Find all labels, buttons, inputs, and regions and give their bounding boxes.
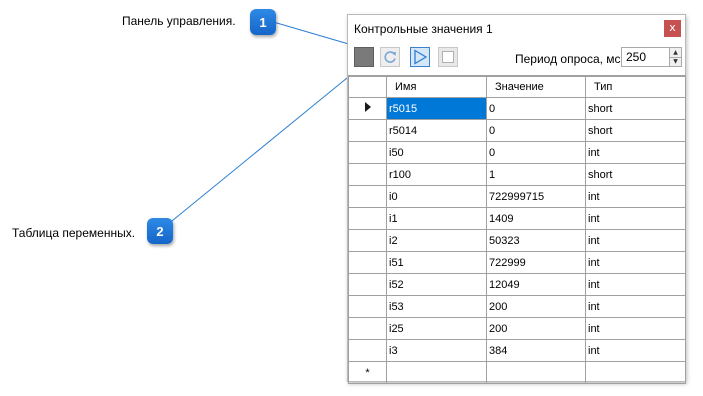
close-button[interactable]: x — [664, 20, 681, 37]
value-cell[interactable]: 0 — [486, 119, 586, 142]
spin-down-icon[interactable]: ▼ — [670, 57, 681, 66]
type-cell[interactable]: short — [585, 97, 686, 120]
name-cell[interactable]: r5015 — [386, 97, 487, 120]
period-input[interactable]: 250 — [621, 47, 670, 67]
table-row[interactable]: i53 200 int — [348, 295, 686, 318]
callout-badge-1: 1 — [250, 9, 276, 35]
current-row-arrow-icon — [364, 102, 371, 112]
table-row[interactable]: r5014 0 short — [348, 119, 686, 142]
value-cell[interactable]: 722999715 — [486, 185, 586, 208]
new-row-value-cell[interactable] — [486, 361, 586, 384]
value-cell[interactable]: 384 — [486, 339, 586, 362]
type-cell[interactable]: int — [585, 317, 686, 340]
row-header[interactable] — [348, 295, 387, 318]
control-panel-toolbar: Период опроса, мс 250 ▲ ▼ — [348, 45, 685, 73]
name-cell[interactable]: i50 — [386, 141, 487, 164]
type-cell[interactable]: int — [585, 229, 686, 252]
table-row[interactable]: i51 722999 int — [348, 251, 686, 274]
square-button[interactable] — [438, 47, 458, 67]
table-row[interactable]: i2 50323 int — [348, 229, 686, 252]
row-header[interactable] — [348, 273, 387, 296]
table-row[interactable]: i25 200 int — [348, 317, 686, 340]
window-title: Контрольные значения 1 — [354, 22, 493, 36]
table-row[interactable]: i52 12049 int — [348, 273, 686, 296]
type-cell[interactable]: int — [585, 295, 686, 318]
table-row[interactable]: i1 1409 int — [348, 207, 686, 230]
row-header[interactable] — [348, 229, 387, 252]
value-cell[interactable]: 722999 — [486, 251, 586, 274]
empty-square-icon — [442, 51, 454, 63]
row-header[interactable] — [348, 119, 387, 142]
value-cell[interactable]: 0 — [486, 97, 586, 120]
type-cell[interactable]: short — [585, 119, 686, 142]
type-cell[interactable]: int — [585, 273, 686, 296]
row-header[interactable] — [348, 207, 387, 230]
new-row-type-cell[interactable] — [585, 361, 686, 384]
row-header[interactable] — [348, 251, 387, 274]
watch-window: Контрольные значения 1 x Период опроса, … — [347, 14, 686, 384]
row-header[interactable] — [348, 317, 387, 340]
period-label: Период опроса, мс — [515, 52, 621, 66]
name-cell[interactable]: i25 — [386, 317, 487, 340]
value-cell[interactable]: 0 — [486, 141, 586, 164]
callout-line-1 — [269, 20, 353, 46]
value-cell[interactable]: 1 — [486, 163, 586, 186]
play-icon — [414, 49, 428, 65]
new-row-marker[interactable]: * — [348, 361, 387, 384]
name-cell[interactable]: i1 — [386, 207, 487, 230]
column-header-value[interactable]: Значение — [486, 76, 586, 98]
value-cell[interactable]: 12049 — [486, 273, 586, 296]
table-row[interactable]: i3 384 int — [348, 339, 686, 362]
value-cell[interactable]: 1409 — [486, 207, 586, 230]
column-header-type[interactable]: Тип — [585, 76, 686, 98]
value-cell[interactable]: 200 — [486, 317, 586, 340]
name-cell[interactable]: i0 — [386, 185, 487, 208]
refresh-icon — [384, 51, 396, 63]
row-header[interactable] — [348, 141, 387, 164]
period-spinner[interactable]: ▲ ▼ — [669, 47, 682, 67]
name-cell[interactable]: r100 — [386, 163, 487, 186]
type-cell[interactable]: int — [585, 251, 686, 274]
title-bar[interactable]: Контрольные значения 1 x — [348, 15, 685, 45]
name-cell[interactable]: i2 — [386, 229, 487, 252]
column-header-name[interactable]: Имя — [386, 76, 487, 98]
row-header[interactable] — [348, 185, 387, 208]
table-row[interactable]: r5015 0 short — [348, 97, 686, 120]
table-row[interactable]: r100 1 short — [348, 163, 686, 186]
type-cell[interactable]: short — [585, 163, 686, 186]
value-cell[interactable]: 50323 — [486, 229, 586, 252]
callout-line-2 — [166, 77, 348, 226]
callout-label-2: Таблица переменных. — [12, 226, 136, 240]
new-row-name-cell[interactable] — [386, 361, 487, 384]
type-cell[interactable]: int — [585, 185, 686, 208]
variables-table: Имя Значение Тип r5015 0 short r5014 0 short i… — [348, 75, 686, 384]
value-cell[interactable]: 200 — [486, 295, 586, 318]
play-button[interactable] — [410, 47, 430, 67]
callout-badge-2: 2 — [147, 218, 173, 244]
stop-button[interactable] — [354, 47, 374, 67]
row-header[interactable] — [348, 163, 387, 186]
table-row[interactable]: i50 0 int — [348, 141, 686, 164]
name-cell[interactable]: i53 — [386, 295, 487, 318]
type-cell[interactable]: int — [585, 339, 686, 362]
table-row[interactable]: i0 722999715 int — [348, 185, 686, 208]
type-cell[interactable]: int — [585, 207, 686, 230]
type-cell[interactable]: int — [585, 141, 686, 164]
name-cell[interactable]: i52 — [386, 273, 487, 296]
new-row[interactable]: * — [348, 361, 686, 384]
row-header[interactable] — [348, 339, 387, 362]
row-header[interactable] — [348, 97, 387, 120]
name-cell[interactable]: i51 — [386, 251, 487, 274]
name-cell[interactable]: r5014 — [386, 119, 487, 142]
refresh-button[interactable] — [380, 47, 400, 67]
name-cell[interactable]: i3 — [386, 339, 487, 362]
callout-label-1: Панель управления. — [122, 14, 236, 28]
corner-header[interactable] — [348, 76, 387, 98]
